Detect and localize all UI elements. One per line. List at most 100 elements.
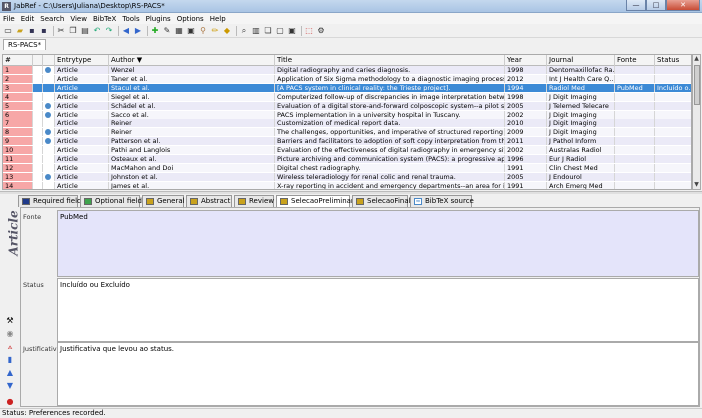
menu-plugins[interactable]: Plugins <box>146 15 171 23</box>
tab-general[interactable]: General <box>142 195 185 207</box>
tab-required-fields[interactable]: Required fields <box>18 195 85 207</box>
save-icon[interactable]: ▪ <box>27 26 37 36</box>
store-icon[interactable]: ▮ <box>5 355 15 365</box>
link-cell <box>43 146 55 155</box>
cut-icon[interactable]: ✂ <box>56 26 66 36</box>
online-link-icon[interactable] <box>45 111 51 118</box>
column-header-journal[interactable]: Journal <box>547 55 615 66</box>
table-row[interactable]: 8 Article Reiner The challenges, opportunit… <box>3 128 691 137</box>
column-header-entrytype[interactable]: Entrytype <box>55 55 109 66</box>
preview-icon[interactable]: ▣ <box>186 26 196 36</box>
tab-optional-fields[interactable]: Optional fields <box>80 195 146 207</box>
column-header-fonte[interactable]: Fonte <box>615 55 655 66</box>
table-row[interactable]: 6 Article Sacco et al. PACS implementation … <box>3 110 691 119</box>
mark-icon[interactable]: ◆ <box>222 26 232 36</box>
split-divider[interactable] <box>0 191 702 194</box>
save-all-icon[interactable]: ▪ <box>39 26 49 36</box>
new-icon[interactable]: ▭ <box>3 26 13 36</box>
tab-abstract[interactable]: Abstract <box>186 195 232 207</box>
column-header-author[interactable]: Author ▼ <box>109 55 275 66</box>
fonte-cell <box>615 119 655 128</box>
paste-icon[interactable]: ▤ <box>80 26 90 36</box>
online-link-icon[interactable] <box>45 129 51 136</box>
tab-selecaopreliminar[interactable]: SelecaoPreliminar <box>276 195 354 207</box>
menu-bibtex[interactable]: BibTeX <box>93 15 116 23</box>
latex-icon[interactable]: ⬚ <box>304 26 314 36</box>
title-cell: Evaluation of the effectiveness of digit… <box>275 146 505 155</box>
edit-entry-icon[interactable]: ✎ <box>162 26 172 36</box>
previous-entry-icon[interactable]: ▲ <box>5 368 15 378</box>
minimize-button[interactable]: — <box>626 0 646 11</box>
menu-options[interactable]: Options <box>177 15 204 23</box>
table-row[interactable]: 10 Article Pathi and Langlois Evaluation of… <box>3 146 691 155</box>
database-tabs: RS-PACS* <box>0 38 702 50</box>
table-row[interactable]: 9 Article Patterson et al. Barriers and fac… <box>3 137 691 146</box>
open-icon[interactable]: ▰ <box>15 26 25 36</box>
pen-icon[interactable]: ✏ <box>210 26 220 36</box>
database-tab[interactable]: RS-PACS* <box>3 39 47 50</box>
duplicate-icon[interactable]: ❏ <box>263 26 273 36</box>
open-url-icon[interactable]: ▣ <box>287 26 297 36</box>
add-entry-icon[interactable]: ✚ <box>150 26 160 36</box>
column-header-year[interactable]: Year <box>505 55 547 66</box>
journal-cell: J Telemed Telecare <box>547 101 615 110</box>
scroll-down-arrow[interactable]: ▼ <box>693 181 700 189</box>
table-scrollbar[interactable]: ▲ ▼ <box>692 54 701 190</box>
table-row[interactable]: 7 Article Reiner Customization of medical r… <box>3 119 691 128</box>
wand-icon[interactable]: ⚲ <box>198 26 208 36</box>
forward-icon[interactable]: ▶ <box>133 26 143 36</box>
menu-file[interactable]: File <box>3 15 15 23</box>
close-button[interactable]: ✕ <box>666 0 700 11</box>
menu-search[interactable]: Search <box>40 15 64 23</box>
menu-tools[interactable]: Tools <box>122 15 139 23</box>
column-header-number[interactable]: # <box>3 55 33 66</box>
table-row-selected[interactable]: 3 Article Stacul et al. [A PACS system in c… <box>3 83 691 92</box>
table-row[interactable]: 14 Article James et al. X-ray reporting in … <box>3 181 691 189</box>
redo-icon[interactable]: ↷ <box>104 26 114 36</box>
column-header-title[interactable]: Title <box>275 55 505 66</box>
entrytype-cell: Article <box>55 137 109 146</box>
next-entry-icon[interactable]: ▼ <box>5 381 15 391</box>
pdf-icon[interactable]: ⟑ <box>5 342 15 352</box>
justificativa-field[interactable]: Justificativa que levou ao status. <box>57 342 699 406</box>
online-link-icon[interactable] <box>45 102 51 109</box>
autogenerate-key-icon[interactable]: ⚒ <box>5 316 15 326</box>
help-icon[interactable]: ● <box>5 397 15 407</box>
tab-review[interactable]: Review <box>234 195 274 207</box>
toggle-groups-icon[interactable]: ▥ <box>251 26 261 36</box>
flag-cell <box>33 66 43 74</box>
table-row[interactable]: 12 Article MacMahon and Doi Digital chest r… <box>3 163 691 172</box>
tab-selecaofinal[interactable]: SelecaoFinal <box>352 195 411 207</box>
menu-help[interactable]: Help <box>210 15 226 23</box>
status-cell <box>655 101 691 110</box>
table-row[interactable]: 13 Article Johnston et al. Wireless telerad… <box>3 172 691 181</box>
copy-icon[interactable]: ❐ <box>68 26 78 36</box>
menu-edit[interactable]: Edit <box>21 15 35 23</box>
table-row[interactable]: 5 Article Schädel et al. Evaluation of a di… <box>3 101 691 110</box>
column-header-status[interactable]: Status <box>655 55 691 66</box>
maximize-button[interactable]: □ <box>646 0 666 11</box>
table-row[interactable]: 2 Article Taner et al. Application of Six S… <box>3 74 691 83</box>
scroll-thumb[interactable] <box>694 65 700 105</box>
status-field[interactable]: Incluído ou Excluído <box>57 278 699 342</box>
fetch-icon[interactable]: ◉ <box>5 329 15 339</box>
back-icon[interactable]: ◀ <box>121 26 131 36</box>
column-header-flag[interactable] <box>33 55 43 66</box>
online-link-icon[interactable] <box>45 173 51 180</box>
status-cell <box>655 110 691 119</box>
tab-bibtex-source[interactable]: ≈ BibTeX source <box>410 195 474 207</box>
table-row[interactable]: 4 Article Siegel et al. Computerized follow… <box>3 92 691 101</box>
scroll-up-arrow[interactable]: ▲ <box>693 55 700 63</box>
open-pdf-icon[interactable]: ▢ <box>275 26 285 36</box>
online-link-icon[interactable] <box>45 138 51 145</box>
undo-icon[interactable]: ↶ <box>92 26 102 36</box>
table-row[interactable]: 11 Article Osteaux et al. Picture archiving… <box>3 155 691 163</box>
online-link-icon[interactable] <box>45 67 51 73</box>
menu-view[interactable]: View <box>70 15 87 23</box>
options-icon[interactable]: ⚙ <box>316 26 326 36</box>
fonte-field[interactable]: PubMed <box>57 210 699 277</box>
search-icon[interactable]: ⌕ <box>239 26 249 36</box>
column-header-link[interactable] <box>43 55 55 66</box>
push-icon[interactable]: ▦ <box>174 26 184 36</box>
table-row[interactable]: 1 Article Wenzel Digital radiography and ca… <box>3 66 691 74</box>
